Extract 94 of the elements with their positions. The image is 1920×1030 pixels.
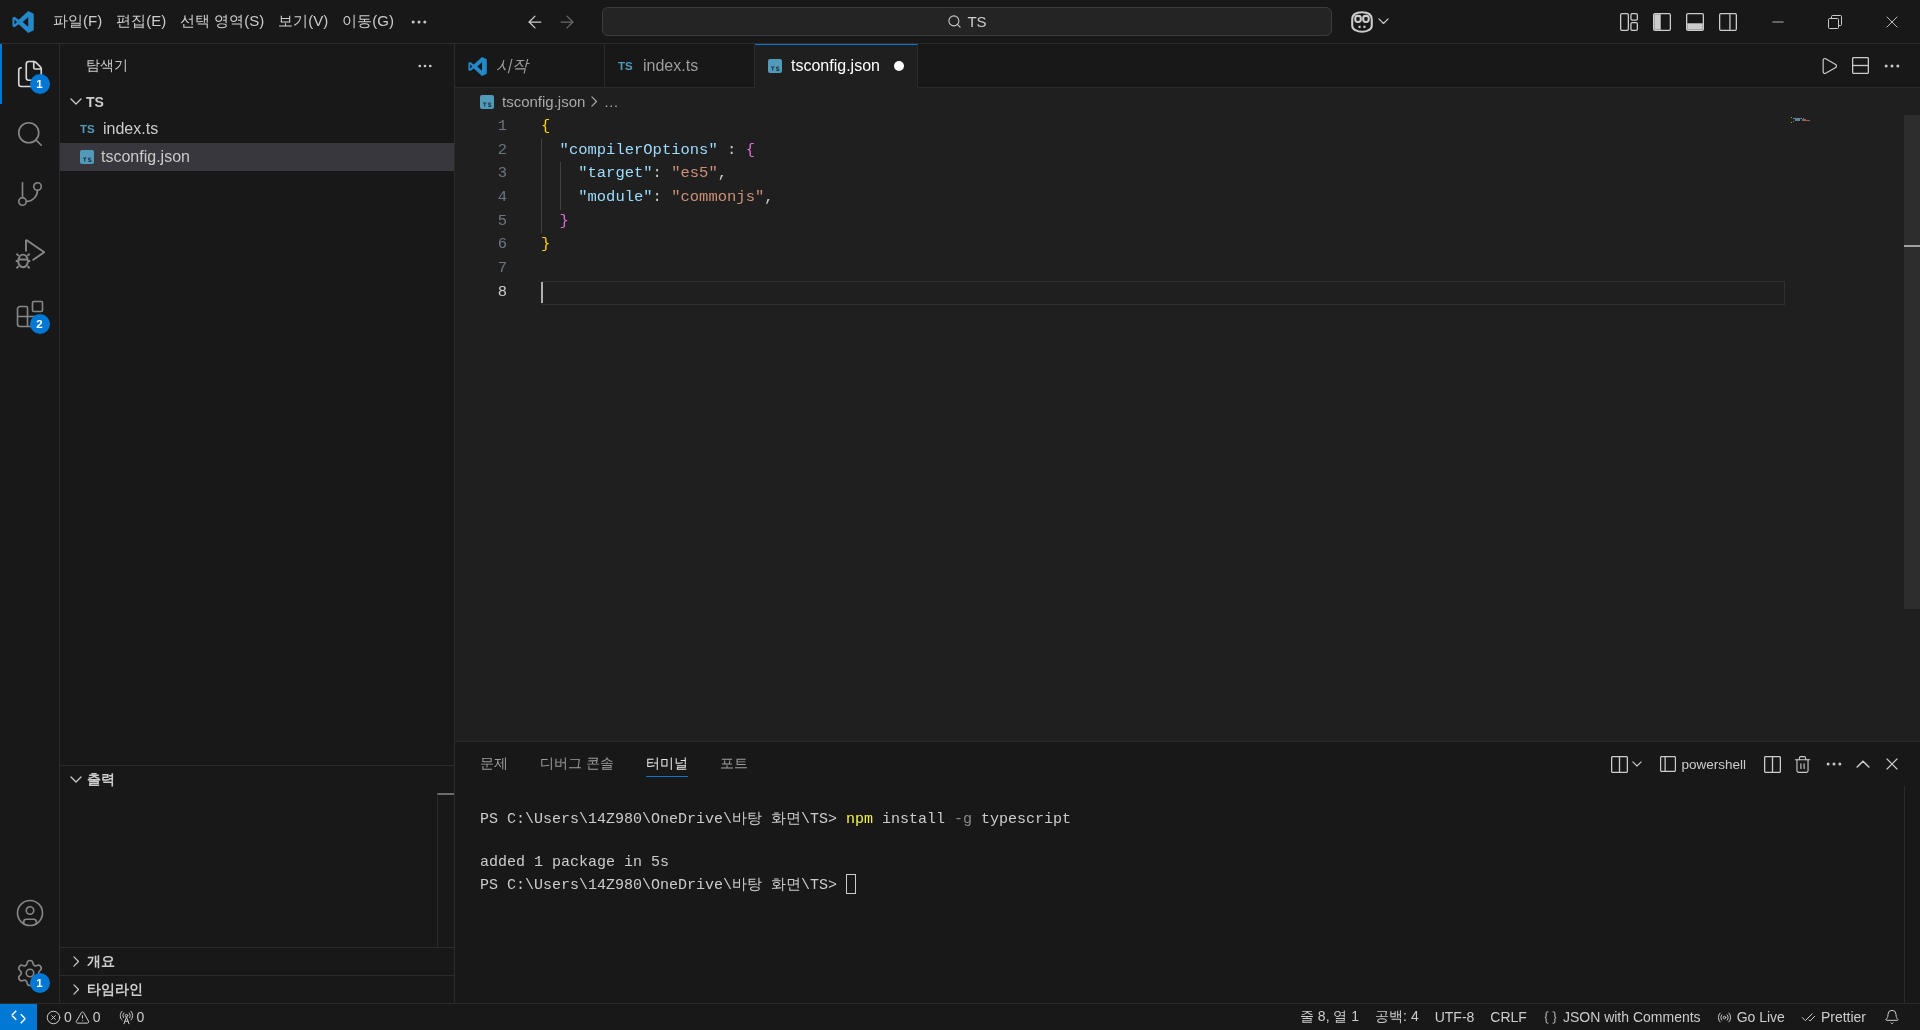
remote-button[interactable] (0, 1004, 37, 1030)
file-item[interactable]: TS index.ts (60, 115, 454, 143)
scrollbar-thumb[interactable] (1904, 115, 1920, 609)
status-item[interactable]: JSON with Comments (1534, 1007, 1709, 1027)
panel-tab[interactable]: 문제 (480, 751, 508, 777)
terminal-line: added 1 package in 5s (480, 853, 670, 871)
folder-item[interactable]: TS (60, 88, 454, 116)
chevron-down-icon[interactable] (70, 98, 82, 106)
breadcrumb-item[interactable]: … (603, 93, 619, 110)
line-number: 8 (497, 281, 507, 303)
menu-item[interactable]: 선택 영역(S) (173, 9, 272, 34)
panel-tab[interactable]: 디버그 콘솔 (540, 751, 614, 777)
menu-item[interactable]: 보기(V) (271, 9, 336, 34)
line-number: 1 (497, 116, 507, 137)
terminal-profile[interactable]: powershell (1660, 756, 1746, 772)
status-item[interactable]: UTF-8 (1426, 1007, 1483, 1027)
search-icon (947, 14, 963, 29)
ts-icon: TS (80, 123, 96, 136)
terminal-line: PS C:\Users\14Z980\OneDrive\바탕 화면\TS> npm install -g typescript (480, 809, 1072, 828)
status-item[interactable]: Go Live (1708, 1007, 1793, 1027)
menu-item[interactable]: 파일(F) (46, 9, 110, 34)
count-badge: 1 (29, 973, 50, 993)
modified-dot-icon[interactable] (893, 61, 904, 71)
layout-icon[interactable] (1620, 12, 1638, 31)
editor-tab[interactable]: 시작 (455, 44, 605, 88)
panel-bottom-icon[interactable] (1686, 12, 1704, 31)
columns-icon[interactable] (1611, 755, 1629, 773)
chevron-down-icon[interactable] (1632, 761, 1643, 767)
chevron-right-icon[interactable] (72, 956, 80, 967)
line-number: 6 (497, 234, 507, 256)
code-line: { (541, 116, 551, 137)
play-bug-icon[interactable] (14, 239, 45, 269)
trash-icon[interactable] (1793, 754, 1812, 774)
line-number: 4 (497, 187, 507, 209)
section-header[interactable]: 개요 (60, 947, 454, 975)
chevron-right-icon[interactable] (72, 984, 80, 995)
config-file-icon (480, 94, 494, 109)
line-number: 7 (497, 258, 507, 280)
menu-item[interactable]: 편집(E) (109, 9, 174, 34)
status-item[interactable]: 줄 8, 열 1 (1291, 1006, 1368, 1028)
status-item[interactable]: CRLF (1482, 1007, 1535, 1027)
error-count[interactable]: 0 (64, 1009, 72, 1025)
code-line: "target": "es5", (578, 163, 728, 185)
section-header[interactable]: 출력 (60, 765, 454, 793)
editor-tab[interactable]: TS index.ts (605, 44, 755, 88)
cursor-marker (1904, 245, 1920, 247)
restore-icon[interactable] (1827, 14, 1842, 29)
rows-icon[interactable] (1852, 57, 1869, 74)
sidebar-right-icon[interactable] (1719, 12, 1737, 31)
error-icon[interactable] (46, 1009, 61, 1025)
panel-left-icon (1660, 756, 1677, 772)
text-cursor (541, 282, 543, 304)
menu-item[interactable]: 이동(G) (335, 9, 401, 34)
count-badge: 1 (29, 74, 50, 94)
warning-icon[interactable] (74, 1009, 90, 1025)
code-line: } (541, 234, 551, 256)
config-file-icon (80, 149, 94, 164)
robot-face-icon[interactable] (1350, 10, 1374, 33)
chevron-down-icon[interactable] (70, 776, 82, 783)
sidebar-title: 탐색기 (86, 57, 128, 75)
warning-count[interactable]: 0 (92, 1009, 101, 1025)
chevron-right-icon (591, 96, 598, 107)
app-logo-icon[interactable] (12, 10, 34, 33)
config-file-icon (768, 59, 782, 73)
editor-tab[interactable]: tsconfig.json (755, 44, 918, 88)
breadcrumb-item[interactable]: tsconfig.json (480, 93, 586, 110)
sidebar-left-icon[interactable] (1653, 12, 1671, 31)
angle-brackets-icon (11, 1010, 26, 1024)
chevron-down-icon[interactable] (1378, 18, 1389, 25)
line-number: 2 (497, 139, 507, 161)
status-item[interactable]: Prettier (1792, 1007, 1874, 1027)
file-item[interactable]: tsconfig.json (60, 143, 454, 171)
code-line: "compilerOptions" : { (559, 139, 755, 161)
braces-icon (1542, 1009, 1558, 1025)
minimap-drawing[interactable] (1791, 117, 1812, 123)
code-line: } (559, 210, 569, 232)
line-number: 5 (497, 210, 507, 232)
columns-icon[interactable] (1764, 755, 1781, 773)
line-number: 3 (497, 163, 507, 185)
blocks-icon[interactable] (14, 299, 45, 329)
terminal-line: PS C:\Users\14Z980\OneDrive\바탕 화면\TS> (480, 875, 838, 894)
status-item[interactable]: 공백: 4 (1367, 1006, 1427, 1028)
code-line: "module": "commonjs", (578, 187, 774, 209)
app-logo-icon (468, 56, 487, 76)
panel-tab[interactable]: 터미널 (645, 751, 688, 777)
chevron-up-icon[interactable] (1856, 759, 1870, 769)
count-badge: 2 (29, 314, 50, 334)
account-icon[interactable] (14, 898, 45, 928)
ports-count[interactable]: 0 (136, 1009, 145, 1025)
panel-tab[interactable]: 포트 (719, 751, 748, 777)
search-field[interactable]: TS (602, 7, 1332, 36)
ts-icon: TS (618, 60, 634, 72)
bell-icon[interactable] (1884, 1009, 1900, 1025)
antenna-icon[interactable] (118, 1009, 134, 1025)
